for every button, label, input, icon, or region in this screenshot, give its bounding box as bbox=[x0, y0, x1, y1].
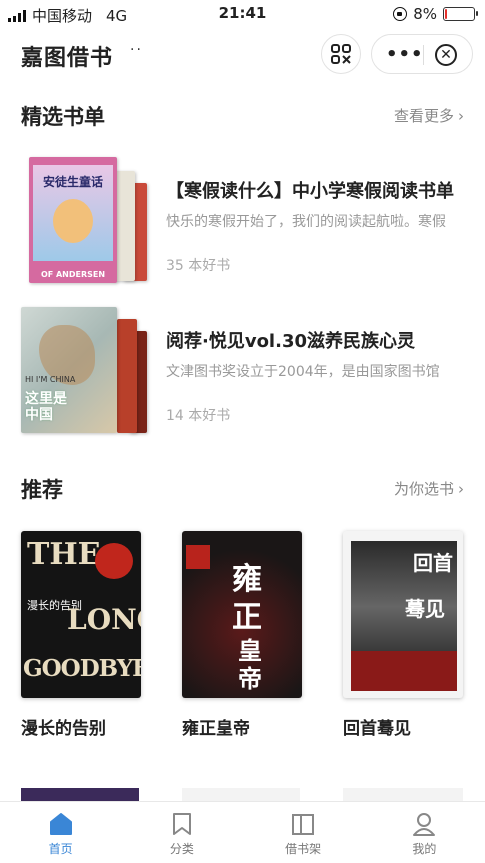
book-cover: THE 漫长的告别 LONG GOODBYE bbox=[21, 531, 141, 698]
scan-icon bbox=[331, 44, 351, 64]
tab-category[interactable]: 分类 bbox=[121, 802, 242, 863]
book-cover-peek bbox=[343, 788, 463, 802]
book-title: 漫长的告别 bbox=[21, 719, 106, 739]
tab-label: 首页 bbox=[48, 842, 73, 856]
orientation-lock-icon bbox=[393, 7, 408, 21]
cover-subtext: OF ANDERSEN bbox=[40, 270, 106, 279]
nav-bar: 嘉图借书 ·· ••• ✕ bbox=[0, 28, 485, 82]
booklist-item[interactable]: 安徒生童话 OF ANDERSEN 【寒假读什么】中小学寒假阅读书单 快乐的寒假… bbox=[21, 157, 464, 285]
cover-subtext: HI I'M CHINA bbox=[25, 375, 76, 384]
pick-for-you-label: 为你选书 bbox=[393, 480, 454, 498]
recommend-header: 推荐 为你选书 › bbox=[21, 474, 464, 504]
bookmark-icon bbox=[172, 813, 191, 835]
cover-line: 回首 bbox=[413, 551, 453, 575]
booklist-count: 35 本好书 bbox=[166, 258, 231, 274]
book-title: 回首蓦见 bbox=[343, 719, 411, 739]
app-title: 嘉图借书 bbox=[21, 46, 114, 71]
tab-home[interactable]: 首页 bbox=[0, 802, 121, 863]
tab-bar: 首页 分类 借书架 我的 bbox=[0, 801, 485, 863]
tab-label: 我的 bbox=[412, 842, 437, 856]
recommend-heading: 推荐 bbox=[21, 478, 63, 502]
cover-line: THE bbox=[27, 537, 101, 572]
tab-mine[interactable]: 我的 bbox=[364, 802, 485, 863]
bookshelf-icon bbox=[292, 814, 315, 835]
book-cover-main: HI I'M CHINA 这里是中国 bbox=[21, 307, 117, 433]
book-cover-peek bbox=[21, 788, 139, 802]
title-suffix: ·· bbox=[130, 42, 143, 58]
booklist-item[interactable]: HI I'M CHINA 这里是中国 阅荐·悦见vol.30滋养民族心灵 文津图… bbox=[21, 307, 464, 435]
battery-percent: 8% bbox=[413, 5, 437, 23]
tab-label: 分类 bbox=[169, 842, 194, 856]
chevron-right-icon: › bbox=[458, 480, 464, 498]
status-right: 8% bbox=[393, 5, 478, 23]
book-cover-main: 安徒生童话 OF ANDERSEN bbox=[29, 157, 117, 283]
battery-icon bbox=[443, 7, 478, 21]
book-card[interactable]: 回首 蓦见 回首蓦见 bbox=[343, 531, 463, 739]
cover-line: GOODBYE bbox=[23, 655, 141, 682]
book-card[interactable]: 雍正 皇帝 雍正皇帝 bbox=[182, 531, 302, 739]
view-more-link[interactable]: 查看更多 › bbox=[394, 105, 464, 126]
book-cover bbox=[117, 319, 137, 433]
booklist-cover-stack: 安徒生童话 OF ANDERSEN bbox=[21, 157, 151, 285]
home-icon bbox=[49, 813, 72, 835]
view-more-label: 查看更多 bbox=[393, 107, 454, 125]
booklist-title: 【寒假读什么】中小学寒假阅读书单 bbox=[166, 181, 454, 202]
close-button[interactable]: ✕ bbox=[435, 44, 457, 66]
capsule-divider bbox=[423, 45, 424, 65]
chevron-right-icon: › bbox=[458, 107, 464, 125]
cover-line: 蓦见 bbox=[405, 597, 445, 621]
book-title: 雍正皇帝 bbox=[182, 719, 250, 739]
miniprogram-capsule: ••• ✕ bbox=[371, 34, 473, 74]
scan-button[interactable] bbox=[321, 34, 361, 74]
cover-text: 安徒生童话 bbox=[42, 175, 103, 189]
more-button[interactable]: ••• bbox=[386, 44, 424, 65]
battery-fill bbox=[445, 9, 447, 19]
cover-line: 雍正 bbox=[232, 562, 262, 635]
booklist-title: 阅荐·悦见vol.30滋养民族心灵 bbox=[166, 331, 415, 352]
cover-line: LONG bbox=[67, 603, 141, 636]
user-icon bbox=[413, 813, 436, 836]
booklist-cover-stack: HI I'M CHINA 这里是中国 bbox=[21, 307, 151, 435]
booklist-description: 文津图书奖设立于2004年，是由国家图书馆 bbox=[166, 364, 440, 380]
book-cover-peek bbox=[182, 788, 300, 802]
booklist-description: 快乐的寒假开始了，我们的阅读起航啦。寒假 bbox=[166, 214, 446, 230]
book-card[interactable]: THE 漫长的告别 LONG GOODBYE 漫长的告别 bbox=[21, 531, 141, 739]
pick-for-you-link[interactable]: 为你选书 › bbox=[394, 478, 464, 499]
book-cover: 雍正 皇帝 bbox=[182, 531, 302, 698]
featured-heading: 精选书单 bbox=[21, 105, 105, 129]
tab-bookshelf[interactable]: 借书架 bbox=[243, 802, 364, 863]
cover-line: 皇帝 bbox=[238, 637, 262, 693]
tab-label: 借书架 bbox=[285, 842, 322, 856]
cover-text: 这里是中国 bbox=[25, 391, 67, 423]
close-icon: ✕ bbox=[440, 47, 452, 63]
featured-header: 精选书单 查看更多 › bbox=[21, 101, 464, 131]
book-cover: 回首 蓦见 bbox=[343, 531, 463, 698]
booklist-count: 14 本好书 bbox=[166, 408, 231, 424]
status-bar: 中国移动 4G 21:41 8% bbox=[0, 0, 485, 28]
